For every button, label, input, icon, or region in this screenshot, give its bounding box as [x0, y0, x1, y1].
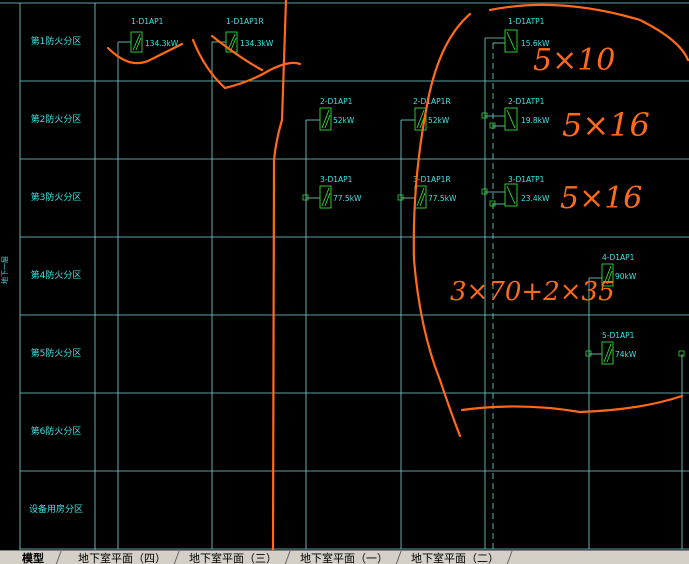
- row-label: 第5防火分区: [31, 347, 82, 359]
- device-power: 19.8kW: [521, 116, 550, 125]
- device-power: 134.3kW: [145, 39, 179, 48]
- annotation-text: 3×70+2×35: [450, 277, 615, 307]
- cad-drawing-canvas[interactable]: 地下一层 第1防火分区 第2防火分区 第3防火分区 第4防火分区 第5防火分区 …: [0, 0, 689, 550]
- device-power: 134.3kW: [240, 39, 274, 48]
- row-label: 第4防火分区: [31, 269, 82, 281]
- device-power: 52kW: [428, 116, 450, 125]
- tab-separator: [395, 551, 402, 564]
- device-power: 23.4kW: [521, 194, 550, 203]
- tab-model[interactable]: 模型: [22, 552, 44, 564]
- device-name: 2-D1AP1: [320, 97, 353, 106]
- device-name: 4-D1AP1: [602, 253, 635, 262]
- device-power: 90kW: [615, 272, 637, 281]
- tab-layout-basement-3[interactable]: 地下室平面（三）: [189, 552, 277, 564]
- tab-separator: [173, 551, 180, 564]
- device-name: 3-D1AP1R: [413, 175, 451, 184]
- device-name: 1-D1AP1: [131, 17, 164, 26]
- layout-tab-bar: 模型 地下室平面（四） 地下室平面（三） 地下室平面（一） 地下室平面（二）: [0, 550, 689, 564]
- row-label: 第3防火分区: [31, 191, 82, 203]
- device-name: 1-D1AP1R: [226, 17, 264, 26]
- side-label-group: 地下一层: [0, 256, 9, 284]
- tab-separator: [284, 551, 291, 564]
- device-power: 77.5kW: [428, 194, 457, 203]
- annotation-text: 5×16: [560, 181, 642, 216]
- annotation-text: 5×10: [533, 43, 615, 78]
- tab-separator: [55, 551, 62, 564]
- device-name: 3-D1AP1: [320, 175, 353, 184]
- row-label: 第6防火分区: [31, 425, 82, 437]
- tab-layout-basement-4[interactable]: 地下室平面（四）: [78, 552, 166, 564]
- device-power: 52kW: [333, 116, 355, 125]
- device-power: 74kW: [615, 350, 637, 359]
- tab-layout-basement-1[interactable]: 地下室平面（一）: [300, 552, 388, 564]
- device-name: 3-D1ATP1: [508, 175, 545, 184]
- row-label: 第1防火分区: [31, 35, 82, 47]
- tab-separator: [506, 551, 513, 564]
- device-name: 2-D1ATP1: [508, 97, 545, 106]
- canvas-background: [0, 0, 689, 550]
- device-name: 1-D1ATP1: [508, 17, 545, 26]
- row-label: 第2防火分区: [31, 113, 82, 125]
- tab-layout-basement-2[interactable]: 地下室平面（二）: [411, 552, 499, 564]
- side-label: 地下一层: [0, 256, 9, 284]
- device-name: 2-D1AP1R: [413, 97, 451, 106]
- device-name: 5-D1AP1: [602, 331, 635, 340]
- annotation-text: 5×16: [562, 106, 650, 144]
- device-power: 77.5kW: [333, 194, 362, 203]
- row-label: 设备用房分区: [29, 503, 83, 515]
